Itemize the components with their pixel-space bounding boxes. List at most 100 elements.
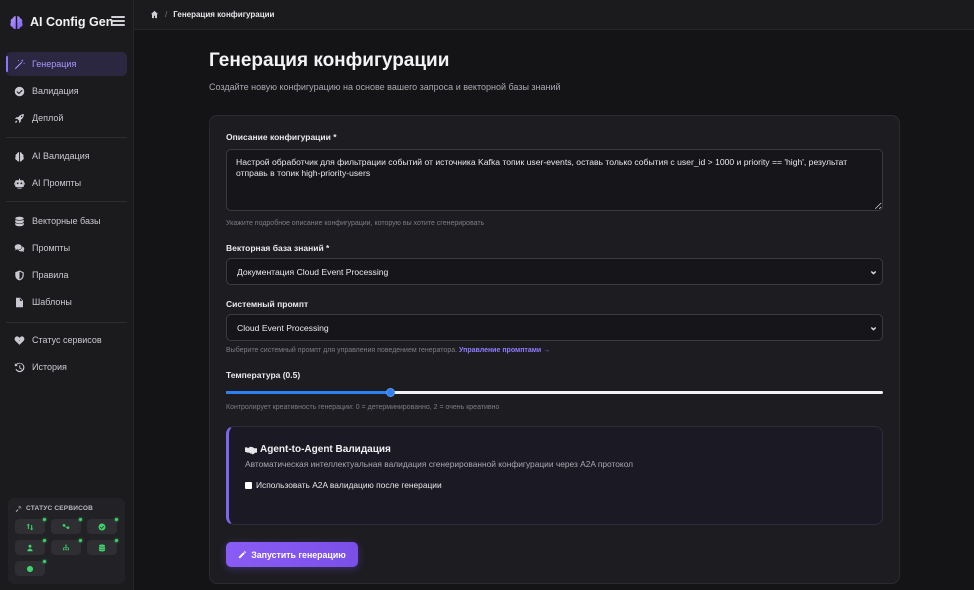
- sidebar-item-heartbeat[interactable]: Статус сервисов: [6, 328, 127, 352]
- sidebar-item-label: Промпты: [32, 243, 71, 253]
- service-status-transfer[interactable]: [15, 518, 46, 534]
- chevron-down-icon: [870, 324, 877, 331]
- robot-icon: [14, 178, 25, 189]
- history-icon: [14, 362, 25, 373]
- service-status-network[interactable]: [51, 539, 82, 555]
- breadcrumb-separator: /: [165, 10, 168, 19]
- slider-fill: [226, 391, 391, 394]
- description-label: Описание конфигурации *: [226, 132, 337, 142]
- description-help: Укажите подробное описание конфигурации,…: [226, 220, 485, 227]
- sidebar-item-file[interactable]: Шаблоны: [6, 290, 127, 314]
- temperature-help: Контролирует креативность генерации: 0 =…: [226, 404, 500, 411]
- sidebar-item-label: Векторные базы: [32, 216, 101, 226]
- sidebar-item-check-circle[interactable]: Валидация: [6, 79, 127, 103]
- sidebar-item-label: Деплой: [32, 113, 64, 123]
- hamburger-menu-icon[interactable]: [111, 14, 125, 28]
- page-subtitle: Создайте новую конфигурацию на основе ва…: [209, 82, 561, 92]
- status-dot: [43, 560, 46, 563]
- a2a-description: Автоматическая интеллектуальная валидаци…: [245, 459, 634, 469]
- a2a-checkbox[interactable]: [245, 481, 252, 489]
- sidebar-divider: [6, 137, 127, 138]
- check-icon: [98, 523, 106, 530]
- manage-prompts-link[interactable]: Управление промптами →: [459, 347, 550, 354]
- sidebar-item-label: Генерация: [32, 59, 77, 69]
- sidebar-item-rocket[interactable]: Деплой: [6, 106, 127, 130]
- sidebar-item-label: AI Валидация: [32, 151, 90, 161]
- system-prompt-label: Системный промпт: [226, 299, 309, 309]
- sidebar-item-label: Правила: [32, 270, 69, 280]
- service-status-nodes[interactable]: [51, 518, 82, 534]
- shield-icon: [14, 270, 25, 281]
- page-title: Генерация конфигурации: [209, 50, 450, 71]
- system-prompt-help-text: Выберите системный промпт для управления…: [226, 347, 458, 354]
- nodes-icon: [62, 523, 70, 529]
- brain-logo-icon: [10, 15, 23, 29]
- sidebar-item-history[interactable]: История: [6, 355, 127, 379]
- slider-thumb[interactable]: [385, 388, 395, 397]
- status-dot: [115, 518, 118, 521]
- heartbeat-icon: [14, 335, 25, 346]
- temperature-slider[interactable]: [226, 387, 883, 397]
- check-circle-icon: [14, 86, 25, 97]
- brain-icon: [14, 151, 25, 162]
- a2a-checkbox-row[interactable]: Использовать A2A валидацию после генерац…: [245, 480, 442, 490]
- service-status-panel: СТАТУС СЕРВИСОВ: [8, 498, 125, 584]
- sidebar-item-comments[interactable]: Промпты: [6, 236, 127, 260]
- sidebar-item-label: AI Промпты: [32, 178, 82, 188]
- sidebar-divider: [6, 322, 127, 323]
- database-icon: [14, 216, 25, 227]
- status-dot: [43, 518, 46, 521]
- file-icon: [14, 297, 25, 308]
- handshake-icon: [245, 446, 257, 454]
- sidebar-item-brain[interactable]: AI Валидация: [6, 144, 127, 168]
- service-status-circle[interactable]: [15, 560, 46, 576]
- sidebar-item-magic-wand[interactable]: Генерация: [6, 52, 127, 76]
- brand: AI Config Gen: [9, 12, 127, 32]
- a2a-checkbox-label: Использовать A2A валидацию после генерац…: [256, 480, 442, 490]
- breadcrumb-current: Генерация конфигурации: [173, 10, 275, 19]
- sidebar-divider: [6, 201, 127, 202]
- breadcrumb: / Генерация конфигурации: [150, 10, 274, 19]
- system-prompt-select[interactable]: Cloud Event Processing: [226, 314, 883, 341]
- sidebar: AI Config Gen Генерация Валидация Деплой AI…: [0, 0, 134, 590]
- database-icon: [98, 544, 106, 551]
- run-generation-button[interactable]: Запустить генерацию: [226, 542, 358, 567]
- sidebar-item-database[interactable]: Векторные базы: [6, 209, 127, 233]
- a2a-validation-panel: [226, 426, 883, 525]
- sidebar-item-label: Статус сервисов: [32, 335, 102, 345]
- sidebar-item-label: История: [32, 362, 67, 372]
- circle-icon: [26, 565, 34, 572]
- status-dot: [115, 539, 118, 542]
- status-dot: [79, 518, 82, 521]
- user-upload-icon: [27, 544, 33, 551]
- description-textarea[interactable]: Настрой обработчик для фильтрации событи…: [226, 149, 883, 211]
- vector-db-select[interactable]: Документация Cloud Event Processing: [226, 258, 883, 285]
- status-dot: [43, 539, 46, 542]
- sidebar-item-shield[interactable]: Правила: [6, 263, 127, 287]
- a2a-title: Agent-to-Agent Валидация: [245, 444, 391, 455]
- sidebar-item-robot[interactable]: AI Промпты: [6, 171, 127, 195]
- network-icon: [63, 544, 69, 550]
- pencil-icon: [239, 551, 247, 559]
- run-generation-label: Запустить генерацию: [251, 549, 346, 560]
- sidebar-item-label: Шаблоны: [32, 297, 72, 307]
- top-bar: / Генерация конфигурации: [134, 0, 974, 30]
- satellite-icon: [15, 505, 22, 512]
- temperature-label: Температура (0.5): [226, 370, 301, 380]
- home-icon[interactable]: [150, 10, 159, 19]
- system-prompt-help: Выберите системный промпт для управления…: [226, 347, 550, 354]
- chevron-down-icon: [870, 268, 877, 275]
- service-status-user-upload[interactable]: [15, 539, 46, 555]
- status-dot: [79, 539, 82, 542]
- service-status-header: СТАТУС СЕРВИСОВ: [15, 505, 93, 512]
- rocket-icon: [14, 113, 25, 124]
- sidebar-item-label: Валидация: [32, 86, 79, 96]
- app-title: AI Config Gen: [30, 15, 114, 29]
- comments-icon: [14, 243, 25, 254]
- a2a-title-text: Agent-to-Agent Валидация: [260, 444, 391, 455]
- service-status-check[interactable]: [87, 518, 118, 534]
- service-status-title: СТАТУС СЕРВИСОВ: [26, 505, 93, 512]
- service-status-database[interactable]: [87, 539, 118, 555]
- vector-db-label: Векторная база знаний *: [226, 243, 330, 253]
- vector-db-selected-value: Документация Cloud Event Processing: [237, 266, 389, 277]
